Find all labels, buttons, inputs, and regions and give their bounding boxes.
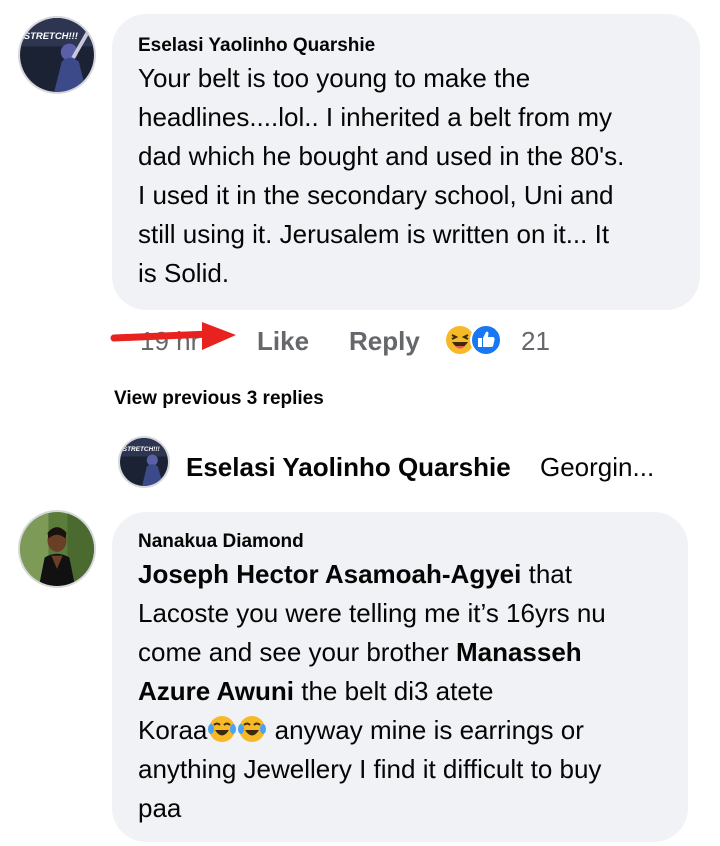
comment-bubble: Eselasi Yaolinho Quarshie Your belt is t… (112, 14, 700, 310)
mention-link[interactable]: Joseph Hector Asamoah-Agyei (138, 559, 521, 589)
avatar[interactable]: STRETCH!!! (18, 16, 96, 94)
comment-fragment: the belt di3 atete (294, 676, 494, 706)
mention-link[interactable]: Azure Awuni (138, 676, 294, 706)
comment-fragment: Koraa (138, 715, 208, 745)
comment-author[interactable]: Nanakua Diamond (138, 531, 304, 553)
avatar[interactable] (18, 510, 96, 588)
comment-line: Koraa anyway mine is earrings or (138, 711, 678, 750)
avatar-image: STRETCH!!! (20, 18, 94, 92)
comment-line: anything Jewellery I find it difficult t… (138, 754, 602, 784)
reply-button[interactable]: Reply (349, 326, 420, 357)
comment-line: Joseph Hector Asamoah-Agyei that (138, 555, 678, 594)
comment-fragment: come and see your brother (138, 637, 456, 667)
like-button[interactable]: Like (257, 326, 309, 357)
reply-author[interactable]: Eselasi Yaolinho Quarshie (186, 452, 511, 483)
svg-text:STRETCH!!!: STRETCH!!! (123, 446, 161, 453)
comment-text: Joseph Hector Asamoah-Agyei that Lacoste… (138, 555, 678, 828)
comment-fragment: anyway mine is earrings or (267, 715, 584, 745)
avatar[interactable]: STRETCH!!! (118, 436, 170, 488)
comment-author[interactable]: Eselasi Yaolinho Quarshie (138, 35, 375, 57)
comment-line: Your belt is too young to make the (138, 63, 531, 93)
avatar-overlay-text: STRETCH!!! (24, 31, 78, 42)
comment-line: headlines....lol.. I inherited a belt fr… (138, 102, 613, 132)
comment-text: Your belt is too young to make the headl… (138, 59, 688, 293)
mention-link[interactable]: Manasseh (456, 637, 582, 667)
like-thumb-icon (470, 324, 502, 356)
comment-line: I used it in the secondary school, Uni a… (138, 180, 614, 210)
red-arrow-annotation (110, 322, 236, 350)
comment-line: paa (138, 793, 182, 823)
comment-bubble: Nanakua Diamond Joseph Hector Asamoah-Ag… (112, 512, 688, 842)
avatar-image: STRETCH!!! (120, 438, 168, 486)
avatar-image (20, 512, 94, 586)
comment-line: Azure Awuni the belt di3 atete (138, 672, 678, 711)
comment-line: is Solid. (138, 258, 230, 288)
tears-of-joy-emoji-icon (238, 716, 267, 742)
tears-of-joy-emoji-icon (208, 716, 237, 742)
reactions-summary[interactable]: 21 (444, 324, 584, 360)
comment-line: dad which he bought and used in the 80's… (138, 141, 625, 171)
comment-line: still using it. Jerusalem is written on … (138, 219, 610, 249)
comment-line: Lacoste you were telling me it’s 16yrs n… (138, 598, 606, 628)
reply-preview[interactable]: STRETCH!!! Eselasi Yaolinho Quarshie Geo… (112, 436, 702, 492)
reply-snippet: Georgin... (540, 452, 655, 482)
reaction-count: 21 (521, 326, 550, 356)
comment-fragment: that (521, 559, 572, 589)
view-previous-replies-link[interactable]: View previous 3 replies (114, 388, 324, 410)
comment-line: come and see your brother Manasseh (138, 633, 678, 672)
